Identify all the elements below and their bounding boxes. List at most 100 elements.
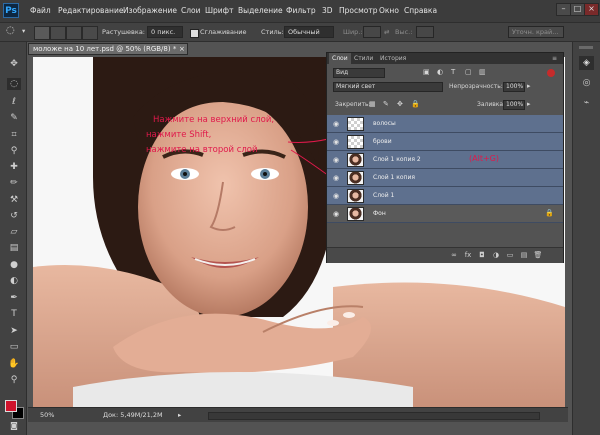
layer-row[interactable]: ◉ Слой 1 копия — [327, 169, 563, 187]
zoom-tool-icon[interactable]: ⚲ — [7, 374, 21, 386]
new-selection-icon[interactable] — [34, 26, 50, 40]
history-brush-icon[interactable]: ↺ — [7, 210, 21, 222]
menu-filter[interactable]: Фильтр — [286, 6, 316, 15]
visibility-eye-icon[interactable]: ◉ — [330, 172, 342, 184]
zoom-level[interactable]: 50% — [40, 411, 54, 419]
new-group-icon[interactable]: ▭ — [505, 250, 515, 260]
eyedropper-icon[interactable]: ⚲ — [7, 145, 21, 157]
close-button[interactable]: × — [584, 3, 599, 16]
foreground-color-swatch[interactable] — [5, 400, 17, 412]
menu-3d[interactable]: 3D — [322, 6, 333, 15]
menu-layers[interactable]: Слои — [181, 6, 201, 15]
layer-name[interactable]: Слой 1 копия — [373, 174, 415, 181]
fill-input[interactable]: 100% — [503, 100, 525, 110]
maximize-button[interactable]: □ — [570, 3, 585, 16]
gradient-tool-icon[interactable]: ▤ — [7, 242, 21, 254]
style-select[interactable]: Обычный — [284, 26, 334, 38]
visibility-eye-icon[interactable]: ◉ — [330, 208, 342, 220]
height-input[interactable] — [416, 26, 434, 38]
layer-name[interactable]: Слой 1 копия 2 — [373, 156, 421, 163]
filter-type-icon[interactable]: T — [451, 68, 455, 76]
hand-tool-icon[interactable]: ✋ — [7, 358, 21, 370]
opacity-slider-arrow-icon[interactable]: ▸ — [527, 82, 531, 90]
layer-row[interactable]: ◉ Фон 🔒 — [327, 205, 563, 223]
panel-menu-icon[interactable]: ≡ — [549, 53, 560, 64]
chevron-down-icon[interactable]: ▾ — [22, 27, 25, 35]
tab-styles[interactable]: Стили — [351, 53, 376, 64]
crop-tool-icon[interactable]: ⌗ — [7, 129, 21, 141]
filter-pixel-icon[interactable]: ▣ — [423, 68, 430, 76]
info-arrow-icon[interactable]: ▸ — [178, 411, 181, 419]
menu-file[interactable]: Файл — [30, 6, 51, 15]
link-layers-icon[interactable]: ∞ — [449, 250, 459, 260]
menu-view[interactable]: Просмотр — [339, 6, 378, 15]
fill-slider-arrow-icon[interactable]: ▸ — [527, 100, 531, 108]
intersect-selection-icon[interactable] — [82, 26, 98, 40]
feather-input[interactable]: 0 пикс. — [147, 26, 183, 38]
filter-adjustment-icon[interactable]: ◐ — [437, 68, 443, 76]
menu-edit[interactable]: Редактирование — [58, 6, 123, 15]
filter-toggle-icon[interactable] — [547, 69, 555, 77]
menu-image[interactable]: Изображение — [123, 6, 177, 15]
swap-icon[interactable]: ⇄ — [384, 28, 389, 36]
adjustment-layer-icon[interactable]: ◑ — [491, 250, 501, 260]
menu-window[interactable]: Окно — [379, 6, 399, 15]
kind-filter-select[interactable]: Вид — [333, 68, 385, 78]
quick-selection-icon[interactable]: ✎ — [7, 112, 21, 124]
layers-panel-icon[interactable]: ◈ — [579, 56, 594, 70]
new-layer-icon[interactable]: ▤ — [519, 250, 529, 260]
opacity-input[interactable]: 100% — [503, 82, 525, 92]
visibility-eye-icon[interactable]: ◉ — [330, 118, 342, 130]
brush-tool-icon[interactable]: ✏ — [7, 177, 21, 189]
path-selection-icon[interactable]: ➤ — [7, 325, 21, 337]
subtract-selection-icon[interactable] — [66, 26, 82, 40]
quick-mask-icon[interactable]: ◙ — [7, 420, 21, 432]
layer-row[interactable]: ◉ волосы — [327, 115, 563, 133]
clone-stamp-icon[interactable]: ⚒ — [7, 194, 21, 206]
move-tool-icon[interactable]: ✥ — [7, 58, 21, 70]
add-selection-icon[interactable] — [50, 26, 66, 40]
menu-help[interactable]: Справка — [404, 6, 437, 15]
layer-style-icon[interactable]: fx — [463, 250, 473, 260]
ellipse-marquee-tool-icon[interactable]: ◌ — [7, 78, 21, 90]
layer-row[interactable]: ◉ Слой 1 — [327, 187, 563, 205]
visibility-eye-icon[interactable]: ◉ — [330, 136, 342, 148]
layer-name[interactable]: брови — [373, 138, 392, 145]
layer-name[interactable]: Фон — [373, 210, 386, 217]
pen-tool-icon[interactable]: ✒ — [7, 292, 21, 304]
menu-type[interactable]: Шрифт — [205, 6, 233, 15]
blur-tool-icon[interactable]: ● — [7, 259, 21, 271]
lock-transparency-icon[interactable]: ▦ — [369, 100, 376, 108]
menu-select[interactable]: Выделение — [238, 6, 283, 15]
channels-panel-icon[interactable]: ◎ — [579, 76, 594, 90]
rectangle-tool-icon[interactable]: ▭ — [7, 341, 21, 353]
collapse-dock-icon[interactable] — [579, 46, 593, 49]
layer-name[interactable]: Слой 1 — [373, 192, 394, 199]
ellipse-marquee-icon[interactable]: ◌ — [6, 25, 15, 36]
document-tab[interactable]: моложе на 10 лет.psd @ 50% (RGB/8) * × — [28, 43, 188, 55]
add-mask-icon[interactable]: ◘ — [477, 250, 487, 260]
refine-edge-button[interactable]: Уточн. край... — [508, 26, 564, 38]
lock-pixels-icon[interactable]: ✎ — [383, 100, 389, 108]
lock-position-icon[interactable]: ✥ — [397, 100, 403, 108]
filter-shape-icon[interactable]: ▢ — [465, 68, 472, 76]
layer-row[interactable]: ◉ брови — [327, 133, 563, 151]
lock-all-icon[interactable]: 🔒 — [411, 100, 420, 108]
blend-mode-select[interactable]: Мягкий свет — [333, 82, 443, 92]
visibility-eye-icon[interactable]: ◉ — [330, 190, 342, 202]
tab-layers[interactable]: Слои — [329, 53, 351, 64]
eraser-icon[interactable]: ▱ — [7, 226, 21, 238]
tab-history[interactable]: История — [377, 53, 409, 64]
minimize-button[interactable]: – — [556, 3, 571, 16]
delete-layer-icon[interactable]: 🗑 — [533, 250, 543, 260]
horizontal-scrollbar[interactable] — [208, 412, 540, 420]
filter-smart-icon[interactable]: ▥ — [479, 68, 486, 76]
type-tool-icon[interactable]: T — [7, 308, 21, 320]
antialias-checkbox[interactable] — [190, 29, 199, 38]
close-tab-icon[interactable]: × — [179, 45, 185, 53]
paths-panel-icon[interactable]: ⌁ — [579, 96, 594, 110]
visibility-eye-icon[interactable]: ◉ — [330, 154, 342, 166]
layer-row[interactable]: ◉ Слой 1 копия 2 (Alt+G) — [327, 151, 563, 169]
layer-name[interactable]: волосы — [373, 120, 396, 127]
dodge-tool-icon[interactable]: ◐ — [7, 275, 21, 287]
